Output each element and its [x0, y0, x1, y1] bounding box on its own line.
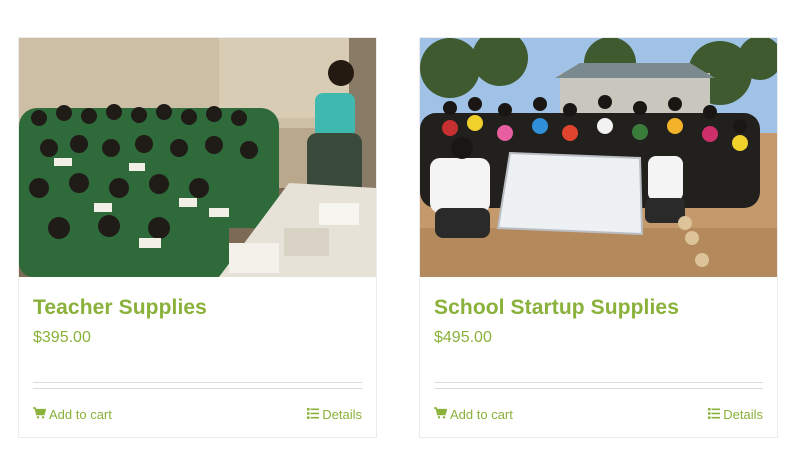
product-price: $495.00 — [434, 329, 492, 346]
divider — [434, 388, 763, 389]
product-card-school-startup-supplies: School Startup Supplies $495.00 Add to c… — [419, 37, 778, 438]
product-image-school-startup-supplies[interactable] — [420, 38, 777, 277]
details-button[interactable]: Details — [708, 407, 763, 422]
add-to-cart-label: Add to cart — [49, 407, 112, 422]
cart-icon — [434, 407, 448, 422]
divider — [33, 388, 362, 389]
list-icon — [307, 407, 320, 422]
cart-icon — [33, 407, 47, 422]
details-label: Details — [723, 407, 763, 422]
product-image-teacher-supplies[interactable] — [19, 38, 376, 277]
product-card-teacher-supplies: Teacher Supplies $395.00 Add to cart Det… — [18, 37, 377, 438]
product-price: $395.00 — [33, 329, 91, 346]
details-button[interactable]: Details — [307, 407, 362, 422]
add-to-cart-label: Add to cart — [450, 407, 513, 422]
details-label: Details — [322, 407, 362, 422]
add-to-cart-button[interactable]: Add to cart — [434, 407, 513, 422]
list-icon — [708, 407, 721, 422]
product-title[interactable]: School Startup Supplies — [434, 296, 679, 320]
divider — [434, 382, 763, 383]
add-to-cart-button[interactable]: Add to cart — [33, 407, 112, 422]
divider — [33, 382, 362, 383]
product-title[interactable]: Teacher Supplies — [33, 296, 207, 320]
